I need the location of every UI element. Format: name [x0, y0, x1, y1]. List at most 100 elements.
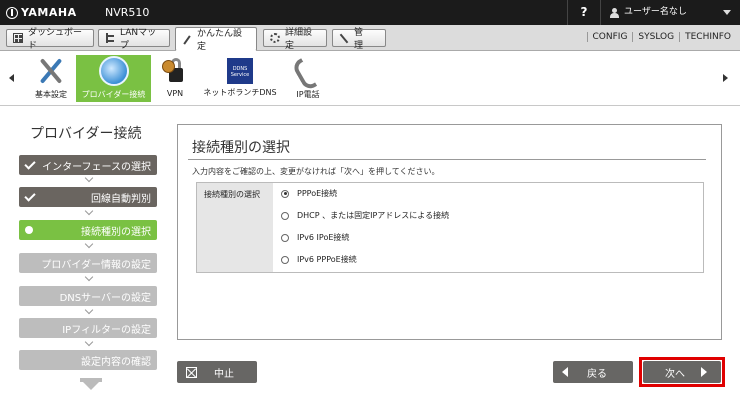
user-icon	[610, 7, 619, 18]
menu-item-label: プロバイダー接続	[81, 90, 146, 99]
chevron-down-icon	[84, 272, 94, 282]
page-description: 入力内容をご確認の上、変更がなければ「次へ」を押してください。	[192, 167, 440, 176]
step-dns-server: DNSサーバーの設定	[19, 286, 157, 306]
brand-logo: YAMAHA	[6, 6, 77, 19]
step-label: 設定内容の確認	[81, 356, 151, 368]
radio-ipv6-ipoe[interactable]: IPv6 IPoE接続	[281, 232, 349, 243]
chevron-down-icon	[84, 239, 94, 249]
help-button[interactable]: ?	[567, 0, 601, 25]
phone-icon	[293, 56, 323, 86]
tab-label: LANマップ	[120, 28, 157, 51]
step-label: IPフィルターの設定	[62, 324, 151, 336]
check-icon	[24, 157, 36, 170]
radio-button[interactable]	[281, 189, 289, 198]
dashboard-icon	[13, 33, 23, 43]
menu-item-label: VPN	[166, 89, 184, 98]
brand-name: YAMAHA	[21, 6, 77, 19]
radio-ipv6-pppoe[interactable]: IPv6 PPPoE接続	[281, 254, 357, 265]
top-bar: YAMAHA NVR510 ? ユーザー名なし	[0, 0, 740, 25]
setup-menu-row: 基本設定 プロバイダー接続 VPN DDNS Service ネットボランチDN…	[0, 51, 740, 106]
tab-label: 詳細設定	[285, 28, 313, 51]
step-ip-filter: IPフィルターの設定	[19, 318, 157, 338]
syslog-link[interactable]: SYSLOG	[632, 32, 679, 42]
step-confirm: 設定内容の確認	[19, 350, 157, 370]
step-label: 回線自動判別	[91, 193, 151, 205]
gear-icon	[270, 33, 280, 43]
cancel-label: 中止	[214, 368, 234, 380]
tab-advanced-settings[interactable]: 詳細設定	[263, 28, 327, 51]
check-icon	[24, 189, 36, 202]
content-panel: 接続種別の選択 入力内容をご確認の上、変更がなければ「次へ」を押してください。 …	[177, 124, 722, 340]
back-button[interactable]: 戻る	[553, 361, 633, 383]
back-label: 戻る	[587, 368, 607, 380]
page-title: 接続種別の選択	[192, 140, 290, 156]
radio-button[interactable]	[281, 211, 289, 220]
tab-label: 管 理	[354, 28, 373, 51]
step-label: 接続種別の選択	[81, 226, 151, 238]
menu-item-netvolante-dns[interactable]: DDNS Service ネットボランチDNS	[200, 55, 280, 102]
radio-button[interactable]	[281, 233, 289, 242]
utility-links: CONFIG SYSLOG TECHINFO	[586, 32, 736, 42]
main-tab-bar: ダッシュボード LANマップ かんたん設定 詳細設定 管 理 CONFIG SY…	[0, 25, 740, 52]
cancel-button[interactable]: 中止	[177, 361, 257, 383]
arrow-left-icon	[562, 367, 568, 377]
step-label: インターフェースの選択	[42, 161, 151, 173]
tab-lan-map[interactable]: LANマップ	[98, 28, 170, 51]
next-label: 次へ	[665, 368, 685, 380]
menu-item-label: ネットボランチDNS	[203, 88, 277, 97]
tools-icon	[36, 56, 66, 86]
tab-label: ダッシュボード	[28, 28, 83, 51]
radio-label: IPv6 IPoE接続	[297, 233, 350, 242]
ddns-icon: DDNS Service	[227, 58, 253, 84]
field-label: 接続種別の選択	[197, 183, 273, 272]
close-icon	[186, 366, 197, 378]
menu-item-ip-phone[interactable]: IP電話	[290, 55, 326, 102]
step-label: DNSサーバーの設定	[59, 292, 151, 304]
radio-label: DHCP 、または固定IPアドレスによる接続	[297, 211, 450, 220]
chevron-down-icon	[723, 10, 731, 15]
globe-icon	[98, 56, 129, 86]
more-steps-arrow-icon	[80, 378, 102, 390]
step-label: プロバイダー情報の設定	[41, 259, 151, 271]
menu-item-vpn[interactable]: VPN	[158, 55, 192, 102]
ddns-icon-text: Service	[230, 72, 250, 78]
radio-label: IPv6 PPPoE接続	[297, 255, 357, 264]
yamaha-logo-icon	[6, 6, 18, 19]
scroll-left-icon[interactable]	[9, 74, 14, 82]
radio-pppoe[interactable]: PPPoE接続	[281, 188, 337, 199]
user-name: ユーザー名なし	[624, 7, 687, 17]
step-provider-info: プロバイダー情報の設定	[19, 253, 157, 273]
menu-item-label: IP電話	[296, 90, 320, 99]
scroll-right-icon[interactable]	[723, 74, 728, 82]
vpn-lock-icon	[160, 56, 190, 86]
radio-dhcp-static[interactable]: DHCP 、または固定IPアドレスによる接続	[281, 210, 449, 221]
connection-type-form: 接続種別の選択 PPPoE接続 DHCP 、または固定IPアドレスによる接続 I…	[196, 182, 704, 273]
menu-item-label: 基本設定	[35, 90, 67, 99]
chevron-down-icon	[84, 173, 94, 183]
arrow-right-icon	[701, 367, 707, 377]
tab-easy-setup[interactable]: かんたん設定	[175, 27, 257, 52]
wizard-icon	[182, 34, 192, 44]
title-divider	[188, 159, 706, 160]
radio-label: PPPoE接続	[297, 189, 338, 198]
menu-item-basic-settings[interactable]: 基本設定	[30, 55, 72, 102]
tab-dashboard[interactable]: ダッシュボード	[6, 28, 94, 51]
current-step-dot-icon	[25, 226, 33, 234]
model-name: NVR510	[105, 6, 150, 19]
step-interface-selection: インターフェースの選択	[19, 155, 157, 175]
step-connection-type: 接続種別の選択	[19, 220, 157, 240]
config-link[interactable]: CONFIG	[586, 32, 633, 42]
next-button[interactable]: 次へ	[643, 361, 721, 383]
wrench-icon	[339, 33, 349, 43]
tab-label: かんたん設定	[197, 29, 243, 52]
lan-map-icon	[105, 33, 115, 43]
menu-item-provider-connection[interactable]: プロバイダー接続	[76, 55, 151, 102]
chevron-down-icon	[84, 337, 94, 347]
radio-button[interactable]	[281, 255, 289, 264]
user-menu[interactable]: ユーザー名なし	[610, 0, 731, 25]
tab-management[interactable]: 管 理	[332, 28, 386, 51]
sidebar-title: プロバイダー接続	[30, 126, 142, 142]
chevron-down-icon	[84, 305, 94, 315]
techinfo-link[interactable]: TECHINFO	[679, 32, 736, 42]
step-line-detection: 回線自動判別	[19, 187, 157, 207]
